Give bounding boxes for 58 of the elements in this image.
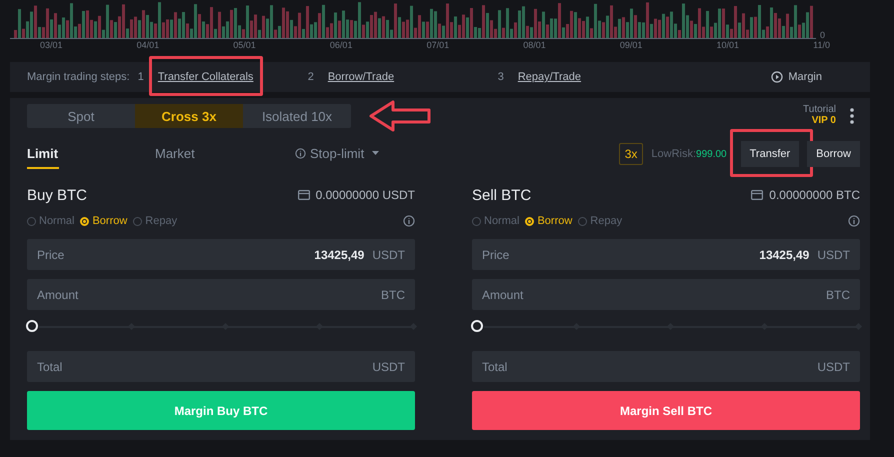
axis-label: 0	[820, 30, 826, 40]
balance-text: 0.00000000 BTC	[769, 188, 860, 202]
tutorial-link[interactable]: Tutorial	[803, 104, 836, 115]
total-field[interactable]: Total USDT	[27, 351, 415, 382]
account-button[interactable]: Borrow	[807, 141, 860, 167]
mode-radio[interactable]: Repay	[133, 215, 178, 227]
submit-button[interactable]: Margin Sell BTC	[472, 391, 860, 430]
order-type-tab[interactable]: Stop-limit	[295, 139, 380, 169]
leverage-badge[interactable]: 3x	[618, 143, 644, 165]
date-label: 09/01	[620, 40, 642, 50]
mode-radio[interactable]: Borrow	[525, 215, 572, 227]
margin-mode-tab[interactable]: Isolated 10x	[243, 104, 351, 128]
caret-icon	[372, 150, 380, 156]
margin-video-link[interactable]: Margin	[771, 71, 822, 83]
wallet-icon	[751, 190, 764, 200]
order-title: Sell BTC	[472, 186, 532, 204]
order-title: Buy BTC	[27, 186, 88, 204]
date-label: 10/01	[716, 40, 740, 50]
steps-label: Margin trading steps:	[27, 71, 130, 83]
mode-radio[interactable]: Borrow	[80, 215, 128, 227]
mode-radio[interactable]: Repay	[578, 215, 622, 227]
risk-label: LowRisk:	[651, 148, 696, 160]
account-button[interactable]: Transfer	[740, 141, 800, 167]
step-link[interactable]: Repay/Trade	[518, 71, 582, 83]
slider-thumb[interactable]	[471, 320, 483, 332]
step-number: 1	[138, 71, 144, 83]
order-type-tab[interactable]: Market	[155, 139, 215, 169]
amount-field[interactable]: Amount BTC	[472, 279, 860, 310]
info-icon	[848, 215, 860, 227]
mode-radio[interactable]: Normal	[472, 215, 520, 227]
step-number: 3	[498, 71, 504, 83]
step-number: 2	[308, 71, 314, 83]
date-label: 04/01	[136, 40, 160, 50]
balance-text: 0.00000000 USDT	[316, 188, 415, 202]
date-label: 05/01	[233, 40, 256, 50]
risk-value: 999.00	[696, 148, 727, 160]
step-link[interactable]: Transfer Collaterals	[158, 71, 254, 83]
date-label: 11/0	[813, 40, 830, 50]
margin-mode-tab[interactable]: Spot	[27, 104, 135, 128]
margin-mode-tab[interactable]: Cross 3x	[135, 104, 243, 128]
date-label: 06/01	[330, 40, 352, 50]
price-field[interactable]: Price 13425,49 USDT	[472, 239, 860, 270]
wallet-icon	[298, 190, 310, 200]
total-field[interactable]: Total USDT	[472, 351, 860, 382]
date-label: 03/01	[40, 40, 63, 50]
vip-level: VIP 0	[812, 115, 836, 126]
order-type-tab[interactable]: Limit	[27, 139, 59, 169]
info-icon	[403, 215, 415, 227]
amount-field[interactable]: Amount BTC	[27, 279, 415, 310]
mode-radio[interactable]: Normal	[27, 215, 74, 227]
price-field[interactable]: Price 13425,49 USDT	[27, 239, 415, 270]
more-icon[interactable]	[850, 108, 854, 124]
play-icon	[771, 71, 784, 83]
date-label: 08/01	[523, 40, 546, 50]
date-label: 07/01	[426, 40, 450, 50]
slider-thumb[interactable]	[26, 320, 38, 332]
info-icon	[295, 148, 306, 158]
step-link[interactable]: Borrow/Trade	[328, 71, 394, 83]
